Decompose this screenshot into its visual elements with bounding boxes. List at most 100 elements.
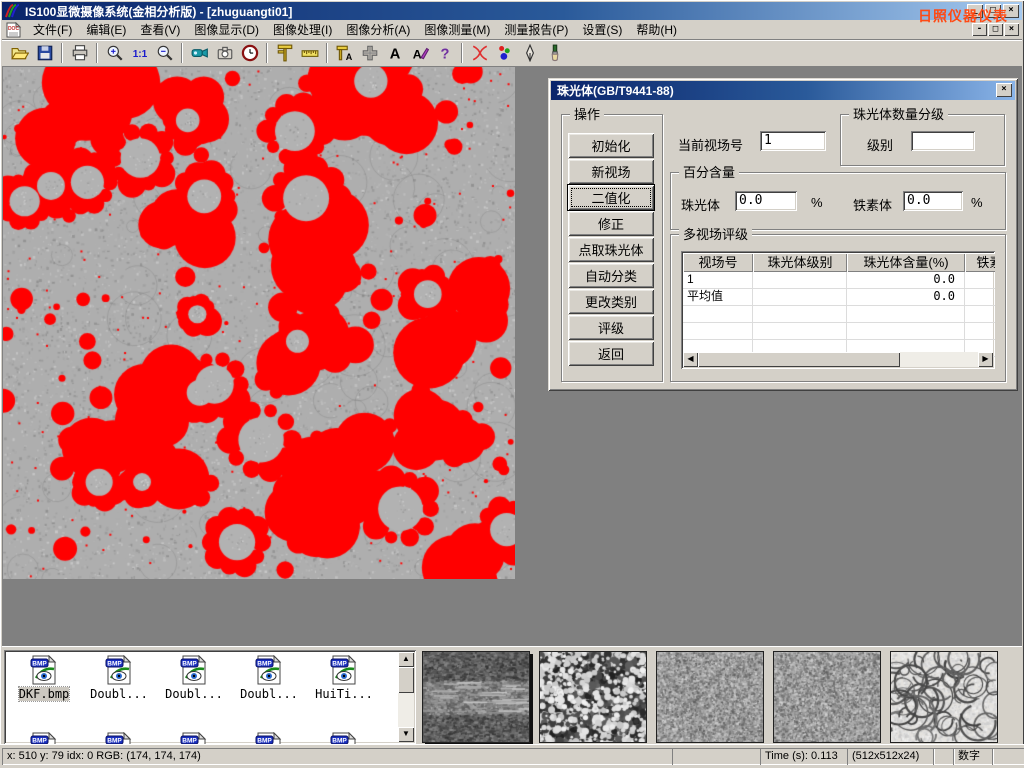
- thumbnail-5[interactable]: [890, 651, 998, 743]
- file-item[interactable]: BMP: [308, 732, 380, 744]
- table-row[interactable]: 10.0: [683, 272, 995, 289]
- thumbnail-4[interactable]: [773, 651, 881, 743]
- ferrite-input[interactable]: 0.0: [903, 191, 963, 211]
- menu-image-display[interactable]: 图像显示(D): [187, 19, 266, 40]
- bmp-file-icon: BMP: [233, 732, 305, 744]
- metallographic-image-binarized[interactable]: [3, 67, 515, 579]
- ferrite-unit: %: [971, 195, 983, 210]
- file-item[interactable]: BMP: [233, 732, 305, 744]
- scroll-track[interactable]: [698, 352, 978, 367]
- zoom-in-icon[interactable]: [102, 41, 127, 65]
- op-button-4[interactable]: 修正: [568, 211, 654, 236]
- file-item[interactable]: BMPHuiTi...: [308, 655, 380, 703]
- help-icon[interactable]: ?: [432, 41, 457, 65]
- menu-bar: DOC 文件(F)编辑(E)查看(V)图像显示(D)图像处理(I)图像分析(A)…: [2, 20, 1022, 40]
- app-logo-icon: [5, 3, 21, 19]
- file-item[interactable]: BMPDoubl...: [83, 655, 155, 703]
- menu-help[interactable]: 帮助(H): [629, 19, 684, 40]
- menu-image-measure[interactable]: 图像测量(M): [417, 19, 497, 40]
- menu-file[interactable]: 文件(F): [26, 19, 79, 40]
- print-icon[interactable]: [67, 41, 92, 65]
- table-horizontal-scrollbar[interactable]: ◀ ▶: [683, 352, 993, 367]
- dialog-title-bar[interactable]: 珠光体(GB/T9441-88): [551, 81, 1015, 100]
- op-button-1[interactable]: 初始化: [568, 133, 654, 158]
- scroll-up-icon[interactable]: ▲: [398, 652, 414, 667]
- menu-measure-report[interactable]: 测量报告(P): [497, 19, 575, 40]
- scroll-right-icon[interactable]: ▶: [978, 352, 993, 367]
- op-button-3[interactable]: 二值化: [568, 185, 654, 210]
- table-cell: [965, 272, 995, 288]
- scroll-left-icon[interactable]: ◀: [683, 352, 698, 367]
- file-item[interactable]: BMPDoubl...: [158, 655, 230, 703]
- curve-tool-icon[interactable]: [467, 41, 492, 65]
- menu-view[interactable]: 查看(V): [133, 19, 187, 40]
- status-bar: x: 510 y: 79 idx: 0 RGB: (174, 174, 174)…: [0, 744, 1024, 768]
- open-file-icon[interactable]: [7, 41, 32, 65]
- actual-size-icon[interactable]: 1:1: [127, 41, 152, 65]
- op-button-6[interactable]: 自动分类: [568, 263, 654, 288]
- text-edit-icon[interactable]: A: [407, 41, 432, 65]
- op-button-7[interactable]: 更改类别: [568, 289, 654, 314]
- menu-edit[interactable]: 编辑(E): [79, 19, 133, 40]
- bmp-file-icon: BMP: [158, 732, 230, 744]
- dialog-title: 珠光体(GB/T9441-88): [557, 82, 674, 99]
- pen-tool-icon[interactable]: [517, 41, 542, 65]
- thumbnail-1[interactable]: [422, 651, 530, 743]
- measure-label-icon[interactable]: A: [332, 41, 357, 65]
- video-camera-icon[interactable]: [187, 41, 212, 65]
- file-list-scrollbar[interactable]: ▲ ▼: [398, 652, 414, 742]
- document-icon[interactable]: DOC: [5, 22, 23, 38]
- grid-header-4[interactable]: 铁素体含量(%): [965, 253, 995, 272]
- bmp-file-icon: BMP: [158, 655, 230, 685]
- operation-group-label: 操作: [570, 107, 604, 122]
- menu-image-process[interactable]: 图像处理(I): [266, 19, 339, 40]
- scroll-down-icon[interactable]: ▼: [398, 727, 414, 742]
- ruler-icon[interactable]: [297, 41, 322, 65]
- grid-icon[interactable]: [357, 41, 382, 65]
- file-item[interactable]: BMP: [158, 732, 230, 744]
- text-icon[interactable]: A: [382, 41, 407, 65]
- table-row[interactable]: [683, 306, 995, 323]
- file-name: Doubl...: [240, 687, 298, 701]
- bmp-file-icon: BMP: [8, 732, 80, 744]
- grade-group: 珠光体数量分级 级别: [840, 114, 1005, 166]
- menu-settings[interactable]: 设置(S): [575, 19, 629, 40]
- bmp-file-icon: BMP: [8, 655, 80, 685]
- percent-group-label: 百分含量: [679, 165, 739, 180]
- zoom-out-icon[interactable]: [152, 41, 177, 65]
- pearlite-input[interactable]: 0.0: [735, 191, 797, 211]
- current-view-input[interactable]: 1: [760, 131, 826, 151]
- file-item[interactable]: BMPDKF.bmp: [8, 655, 80, 703]
- file-item[interactable]: BMPDoubl...: [233, 655, 305, 703]
- scroll-thumb[interactable]: [698, 352, 900, 367]
- svg-text:A: A: [389, 47, 400, 62]
- op-button-9[interactable]: 返回: [568, 341, 654, 366]
- file-item[interactable]: BMP: [83, 732, 155, 744]
- capture-icon[interactable]: [212, 41, 237, 65]
- grade-input[interactable]: [911, 131, 975, 151]
- thumbnail-2[interactable]: [539, 651, 647, 743]
- brush-tool-icon[interactable]: [542, 41, 567, 65]
- op-button-8[interactable]: 评级: [568, 315, 654, 340]
- op-button-2[interactable]: 新视场: [568, 159, 654, 184]
- scroll-thumb[interactable]: [398, 667, 414, 693]
- svg-text:A: A: [412, 48, 421, 62]
- thumbnail-3[interactable]: [656, 651, 764, 743]
- table-row[interactable]: 平均值0.0: [683, 289, 995, 306]
- op-button-5[interactable]: 点取珠光体: [568, 237, 654, 262]
- ferrite-label: 铁素体: [853, 195, 892, 214]
- table-row[interactable]: [683, 323, 995, 340]
- table-group-label: 多视场评级: [679, 227, 752, 242]
- clock-icon[interactable]: [237, 41, 262, 65]
- grid-header-1[interactable]: 视场号: [683, 253, 753, 272]
- file-item[interactable]: BMP: [8, 732, 80, 744]
- particle-analysis-icon[interactable]: [492, 41, 517, 65]
- dialog-close-button[interactable]: ×: [996, 83, 1012, 97]
- grid-header-2[interactable]: 珠光体级别: [753, 253, 847, 272]
- grading-table[interactable]: 视场号珠光体级别珠光体含量(%)铁素体含量(%) 10.0平均值0.0 ◀ ▶: [681, 251, 995, 369]
- grid-header-3[interactable]: 珠光体含量(%): [847, 253, 965, 272]
- menu-image-analysis[interactable]: 图像分析(A): [339, 19, 417, 40]
- caliper-icon[interactable]: [272, 41, 297, 65]
- table-cell: 1: [683, 272, 753, 288]
- save-icon[interactable]: [32, 41, 57, 65]
